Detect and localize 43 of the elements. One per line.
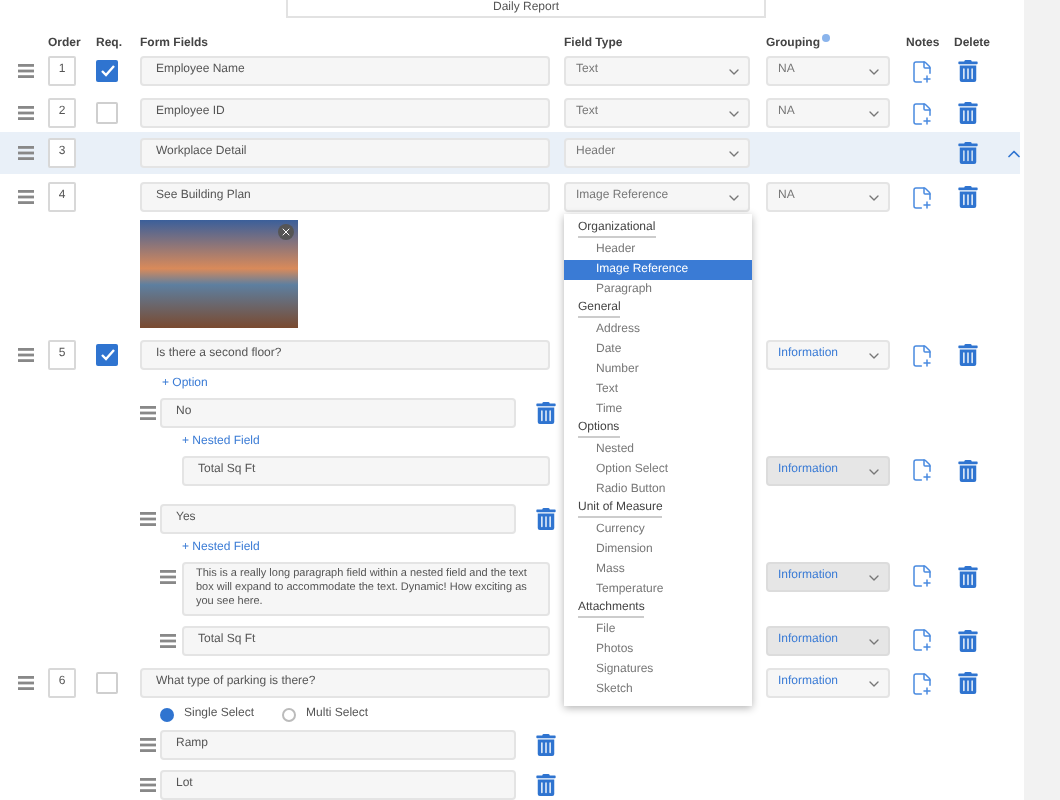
drag-handle-icon[interactable]	[140, 406, 156, 420]
required-checkbox[interactable]	[96, 344, 118, 366]
drag-handle-icon[interactable]	[18, 676, 34, 690]
delete-icon[interactable]	[958, 566, 978, 588]
delete-icon[interactable]	[958, 344, 978, 366]
drag-handle-icon[interactable]	[140, 512, 156, 526]
drag-handle-icon[interactable]	[140, 778, 156, 792]
drag-handle-icon[interactable]	[18, 190, 34, 204]
add-note-icon[interactable]	[910, 564, 934, 588]
delete-icon[interactable]	[958, 60, 978, 82]
drag-handle-icon[interactable]	[18, 64, 34, 78]
drag-handle-icon[interactable]	[140, 738, 156, 752]
delete-icon[interactable]	[958, 102, 978, 124]
remove-image-button[interactable]	[278, 224, 294, 240]
delete-icon[interactable]	[958, 460, 978, 482]
drag-handle-icon[interactable]	[18, 146, 34, 160]
close-icon	[280, 226, 292, 238]
add-note-icon[interactable]	[910, 628, 934, 652]
delete-icon[interactable]	[958, 630, 978, 652]
required-checkbox[interactable]	[96, 672, 118, 694]
radio-button[interactable]	[160, 707, 174, 721]
add-note-icon[interactable]	[910, 185, 934, 209]
drag-handle-icon[interactable]	[18, 348, 34, 362]
drag-handle-icon[interactable]	[160, 570, 176, 584]
required-checkbox[interactable]	[96, 102, 118, 124]
add-note-icon[interactable]	[910, 343, 934, 367]
required-checkbox[interactable]	[96, 60, 118, 82]
delete-icon[interactable]	[536, 508, 556, 530]
delete-icon[interactable]	[958, 672, 978, 694]
add-note-icon[interactable]	[910, 671, 934, 695]
add-note-icon[interactable]	[910, 458, 934, 482]
check-icon	[99, 348, 115, 362]
check-icon	[99, 64, 115, 78]
delete-icon[interactable]	[958, 142, 978, 164]
delete-icon[interactable]	[536, 402, 556, 424]
delete-icon[interactable]	[958, 186, 978, 208]
radio-button[interactable]	[282, 707, 297, 721]
add-note-icon[interactable]	[910, 101, 934, 125]
drag-handle-icon[interactable]	[18, 106, 34, 120]
delete-icon[interactable]	[536, 774, 556, 796]
add-note-icon[interactable]	[910, 59, 934, 83]
delete-icon[interactable]	[536, 734, 556, 756]
drag-handle-icon[interactable]	[160, 634, 176, 648]
